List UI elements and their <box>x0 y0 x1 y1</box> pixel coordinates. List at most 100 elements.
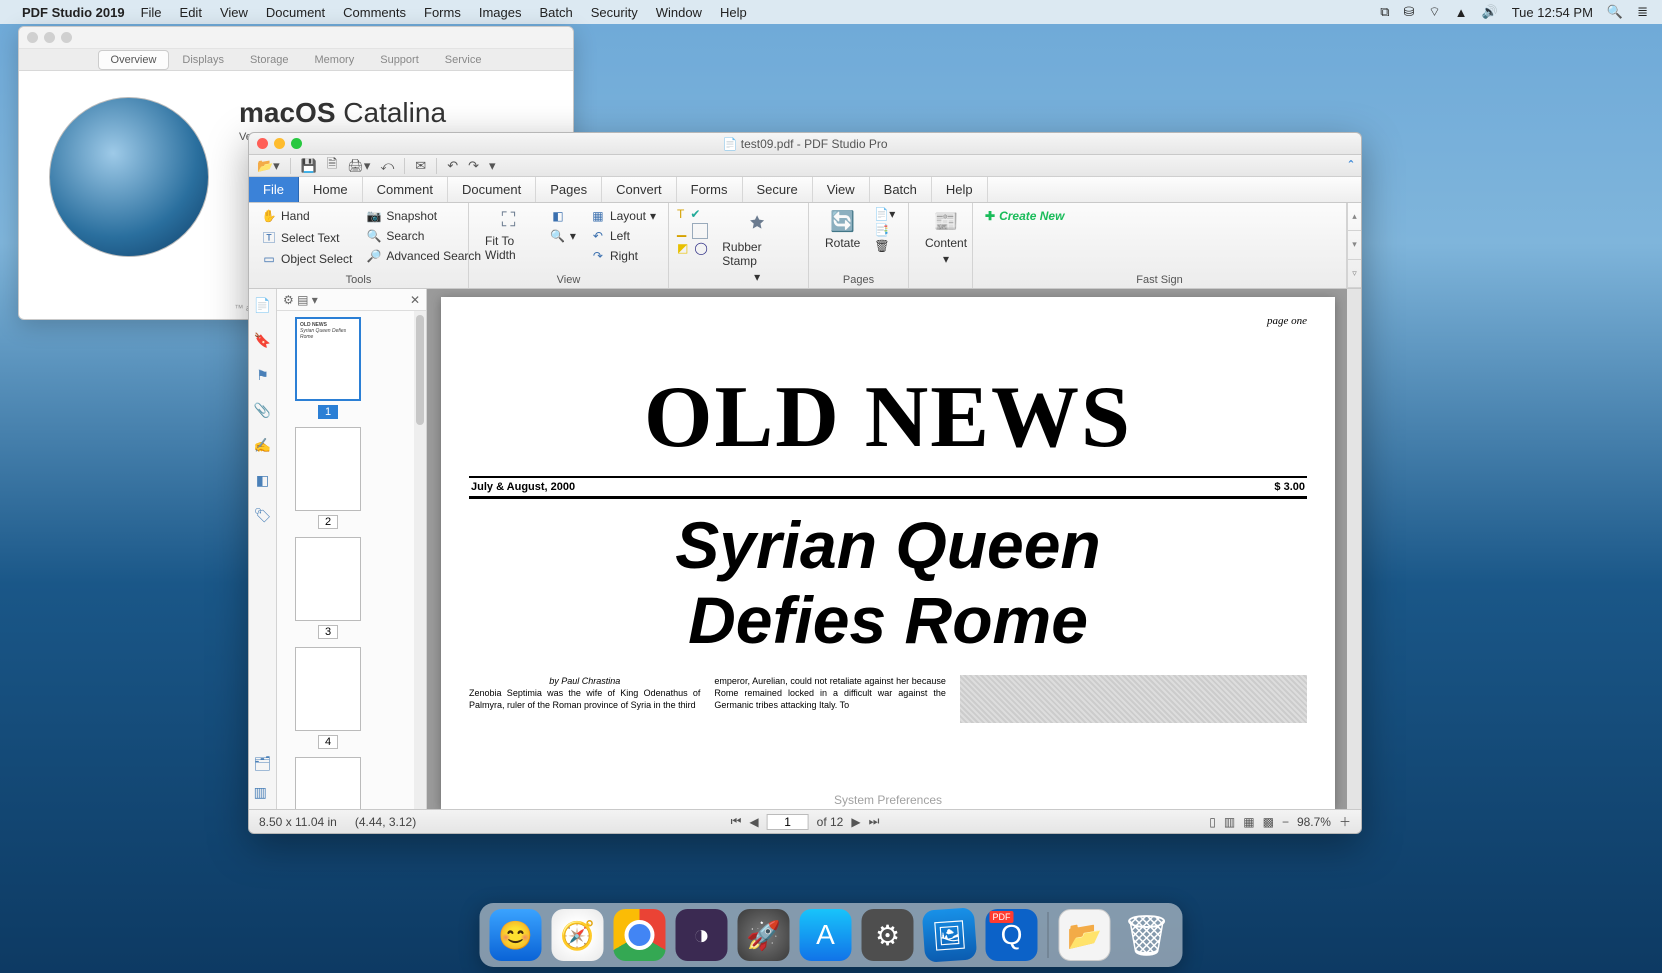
dock-preview[interactable]: 🖼 <box>922 907 978 963</box>
tab-help[interactable]: Help <box>932 177 988 202</box>
thumb-scrollbar[interactable] <box>414 311 426 809</box>
sticky-note-icon[interactable]: ◩ <box>677 241 688 255</box>
open-icon[interactable]: 📂▾ <box>257 158 280 174</box>
highlight-icon[interactable]: ▁ <box>677 223 686 239</box>
tab-support[interactable]: Support <box>367 50 432 70</box>
menu-batch[interactable]: Batch <box>539 5 572 20</box>
tab-pages[interactable]: Pages <box>536 177 602 202</box>
document-scrollbar[interactable] <box>1347 289 1361 809</box>
dock-system-preferences[interactable]: ⚙ <box>862 909 914 961</box>
close-button[interactable] <box>27 32 38 43</box>
select-text-button[interactable]: 🅃Select Text <box>257 227 356 248</box>
tab-view[interactable]: View <box>813 177 870 202</box>
actual-size-button[interactable]: ◧ <box>546 207 580 225</box>
shape-annot-icon[interactable] <box>692 223 708 239</box>
tab-displays[interactable]: Displays <box>169 50 237 70</box>
fit-width-button[interactable]: ⛶Fit To Width <box>477 207 540 264</box>
create-new-signature-button[interactable]: ✚ Create New <box>981 207 1068 225</box>
dock-pdfstudio[interactable]: Q <box>986 909 1038 961</box>
save-all-icon[interactable]: 🗎 <box>327 155 337 177</box>
menu-window[interactable]: Window <box>656 5 702 20</box>
tab-batch[interactable]: Batch <box>870 177 932 202</box>
dock-eclipse[interactable]: ◑ <box>676 909 728 961</box>
dock-finder[interactable]: 😊 <box>490 909 542 961</box>
layout-button[interactable]: ▦Layout ▾ <box>586 207 660 225</box>
tab-secure[interactable]: Secure <box>743 177 813 202</box>
thumbnail-3[interactable]: 3 <box>291 537 365 639</box>
tab-file[interactable]: File <box>249 177 299 202</box>
menu-security[interactable]: Security <box>591 5 638 20</box>
attachments-panel-icon[interactable]: 📎 <box>254 402 271 419</box>
dock-appstore[interactable]: A <box>800 909 852 961</box>
bookmarks-panel-icon[interactable]: 🔖 <box>254 332 271 349</box>
spotlight-icon[interactable]: 🔍 <box>1607 4 1623 20</box>
tab-storage[interactable]: Storage <box>237 50 302 70</box>
hand-tool-button[interactable]: ✋Hand <box>257 207 356 225</box>
next-page-icon[interactable]: ▶ <box>851 815 860 829</box>
rotate-right-button[interactable]: ↷Right <box>586 247 660 265</box>
extract-page-icon[interactable]: 📑 <box>874 223 895 237</box>
tags-panel-icon[interactable]: 🏷 <box>254 507 272 524</box>
screen-mirror-icon[interactable]: ⧉ <box>1380 4 1389 20</box>
tab-memory[interactable]: Memory <box>302 50 368 70</box>
insert-page-icon[interactable]: 📄▾ <box>874 207 895 221</box>
menu-images[interactable]: Images <box>479 5 522 20</box>
dock-safari[interactable]: 🧭 <box>552 909 604 961</box>
content-button[interactable]: 📰Content▾ <box>917 207 975 268</box>
thumbnail-2[interactable]: 2 <box>291 427 365 529</box>
thumbnail-4[interactable]: 4 <box>291 647 365 749</box>
single-page-icon[interactable]: ▯ <box>1209 815 1216 829</box>
control-center-icon[interactable]: ≣ <box>1637 4 1648 20</box>
minimize-button[interactable] <box>44 32 55 43</box>
tab-convert[interactable]: Convert <box>602 177 677 202</box>
prev-page-icon[interactable]: ◀ <box>749 815 758 829</box>
delete-page-icon[interactable]: 🗑 <box>874 239 895 253</box>
rotate-left-button[interactable]: ↶Left <box>586 227 660 245</box>
menu-document[interactable]: Document <box>266 5 325 20</box>
page-number-input[interactable] <box>767 814 809 830</box>
search-button[interactable]: 🔍Search <box>362 227 485 245</box>
layers-panel-icon[interactable]: ◧ <box>256 472 269 489</box>
save-icon[interactable]: 💾 <box>301 158 317 174</box>
undo-icon[interactable]: ↶ <box>447 158 458 174</box>
flag-panel-icon[interactable]: ⚑ <box>256 367 269 384</box>
signatures-panel-icon[interactable]: ✍ <box>254 437 271 454</box>
object-select-button[interactable]: ▭Object Select <box>257 250 356 268</box>
menubar-clock[interactable]: Tue 12:54 PM <box>1512 5 1593 20</box>
snapshot-button[interactable]: 📷Snapshot <box>362 207 485 225</box>
sidestrip-icon-b[interactable]: ▥ <box>254 784 272 801</box>
menu-edit[interactable]: Edit <box>180 5 202 20</box>
tab-forms[interactable]: Forms <box>677 177 743 202</box>
wifi-icon[interactable]: ⌔ <box>1428 4 1440 20</box>
thumb-options-icon[interactable]: ⚙ ▤ ▾ <box>283 293 318 307</box>
thumb-close-icon[interactable]: ✕ <box>410 293 420 307</box>
dropbox-icon[interactable]: ⛁ <box>1404 4 1415 20</box>
sidestrip-icon-a[interactable]: 🗂 <box>254 755 272 772</box>
rubber-stamp-button[interactable]: 🟊Rubber Stamp ▾ <box>714 207 800 286</box>
tab-service[interactable]: Service <box>432 50 495 70</box>
menu-view[interactable]: View <box>220 5 248 20</box>
circle-annot-icon[interactable]: ◯ <box>694 241 707 255</box>
last-page-icon[interactable]: ⏭ <box>869 814 880 829</box>
tab-overview[interactable]: Overview <box>98 50 170 70</box>
menu-file[interactable]: File <box>141 5 162 20</box>
text-annot-icon[interactable]: T <box>677 207 684 221</box>
menu-help[interactable]: Help <box>720 5 747 20</box>
tab-comment[interactable]: Comment <box>363 177 448 202</box>
qat-dropdown-icon[interactable]: ▾ <box>489 158 496 174</box>
print-icon[interactable]: 🖨▾ <box>347 158 370 174</box>
pages-panel-icon[interactable]: 📄 <box>254 297 271 314</box>
zoom-in-icon[interactable]: ＋ <box>1339 813 1351 830</box>
revert-icon[interactable]: ⤺ <box>380 158 394 174</box>
document-view[interactable]: page one OLD NEWS July & August, 2000 $ … <box>427 289 1361 809</box>
first-page-icon[interactable]: ⏮ <box>731 814 742 829</box>
app-menu[interactable]: PDF Studio 2019 <box>22 5 125 20</box>
dock-launchpad[interactable]: 🚀 <box>738 909 790 961</box>
check-annot-icon[interactable]: ✔ <box>690 207 700 221</box>
facing-continuous-icon[interactable]: ▩ <box>1263 815 1274 829</box>
ribbon-scroll[interactable]: ▴▾▿ <box>1347 203 1361 288</box>
redo-icon[interactable]: ↷ <box>468 158 479 174</box>
continuous-icon[interactable]: ▥ <box>1224 815 1235 829</box>
collapse-ribbon-icon[interactable]: ˆ <box>1349 158 1353 173</box>
menu-forms[interactable]: Forms <box>424 5 461 20</box>
